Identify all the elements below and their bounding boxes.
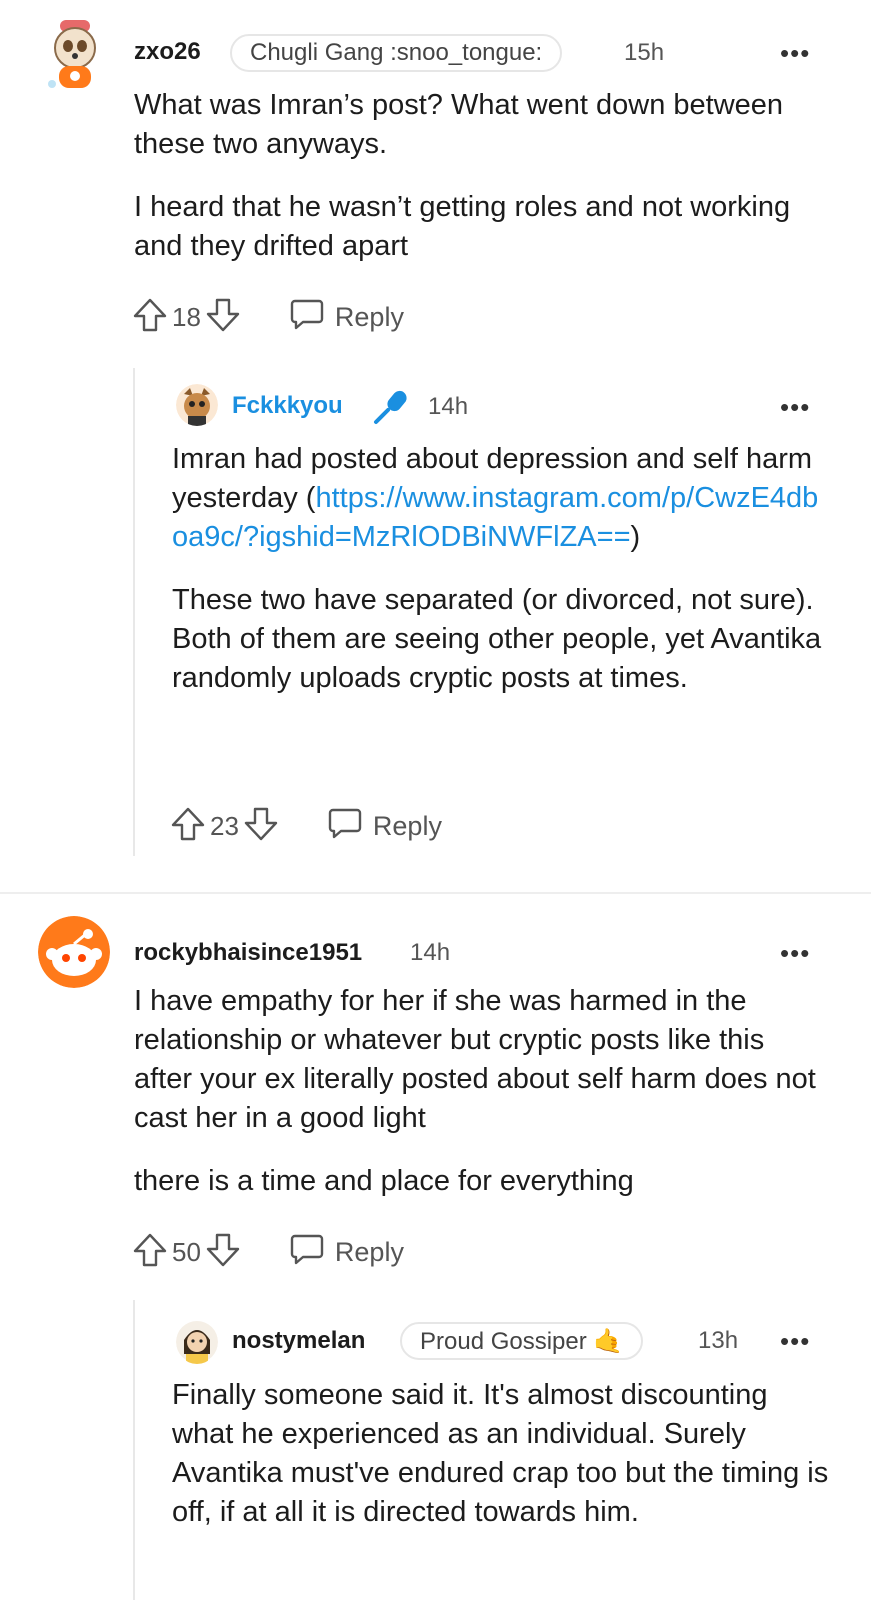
upvote-icon[interactable] [132, 297, 168, 338]
comment-body: Imran had posted about depression and se… [172, 440, 822, 698]
comment-paragraph: Imran had posted about depression and se… [172, 440, 822, 557]
user-flair: Chugli Gang :snoo_tongue: [230, 34, 563, 72]
downvote-icon[interactable] [243, 806, 279, 847]
downvote-icon[interactable] [205, 297, 241, 338]
comment-paragraph: I have empathy for her if she was harmed… [134, 985, 816, 1134]
more-options-icon[interactable]: ••• [780, 940, 810, 966]
upvote-icon[interactable] [132, 1232, 168, 1273]
comment-paragraph: These two have separated (or divorced, n… [172, 584, 822, 694]
upvote-icon[interactable] [170, 806, 206, 847]
username[interactable]: rockybhaisince1951 [134, 939, 362, 967]
thread-line[interactable] [133, 1300, 135, 1600]
thread-line[interactable] [133, 368, 135, 856]
avatar[interactable] [44, 18, 106, 92]
reply-label: Reply [334, 301, 404, 332]
reply-icon [327, 806, 373, 847]
reply-label: Reply [334, 1236, 404, 1267]
comment-paragraph: there is a time and place for everything [134, 1165, 634, 1197]
downvote-icon[interactable] [205, 1232, 241, 1273]
username[interactable]: Fckkkyou [232, 392, 343, 420]
comment-text: ) [630, 521, 641, 553]
reply-icon [289, 297, 335, 338]
more-options-icon[interactable]: ••• [780, 40, 810, 66]
avatar[interactable] [38, 916, 110, 988]
reply-button[interactable]: Reply [289, 297, 404, 338]
timestamp: 15h [624, 39, 665, 66]
username[interactable]: nostymelan [232, 1327, 365, 1355]
timestamp: 14h [410, 939, 451, 966]
username[interactable]: zxo26 [134, 38, 201, 66]
comment-actions: 18 Reply [132, 297, 404, 337]
comment-paragraph: What was Imran’s post? What went down be… [134, 89, 784, 160]
reply-button[interactable]: Reply [289, 1232, 404, 1273]
comment-body: I have empathy for her if she was harmed… [134, 982, 824, 1201]
reply-button[interactable]: Reply [327, 806, 442, 847]
vote-count: 50 [172, 1236, 201, 1267]
avatar[interactable] [176, 384, 218, 426]
reply-label: Reply [372, 810, 442, 841]
reply-icon [289, 1232, 335, 1273]
timestamp: 13h [698, 1327, 739, 1354]
avatar[interactable] [176, 1320, 218, 1364]
more-options-icon[interactable]: ••• [780, 394, 810, 420]
comment-body: What was Imran’s post? What went down be… [134, 86, 834, 266]
microphone-icon [370, 386, 412, 433]
vote-count: 23 [210, 810, 239, 841]
comment-paragraph: I heard that he wasn’t getting roles and… [134, 191, 791, 262]
comment-body: Finally someone said it. It's almost dis… [172, 1376, 832, 1532]
comment-actions: 50 Reply [132, 1232, 404, 1272]
vote-count: 18 [172, 301, 201, 332]
comment-divider [0, 892, 871, 894]
timestamp: 14h [428, 393, 469, 420]
more-options-icon[interactable]: ••• [780, 1328, 810, 1354]
comment-actions: 23 Reply [170, 806, 442, 846]
comment-paragraph: Finally someone said it. It's almost dis… [172, 1379, 829, 1528]
user-flair: Proud Gossiper 🤙 [400, 1322, 644, 1360]
